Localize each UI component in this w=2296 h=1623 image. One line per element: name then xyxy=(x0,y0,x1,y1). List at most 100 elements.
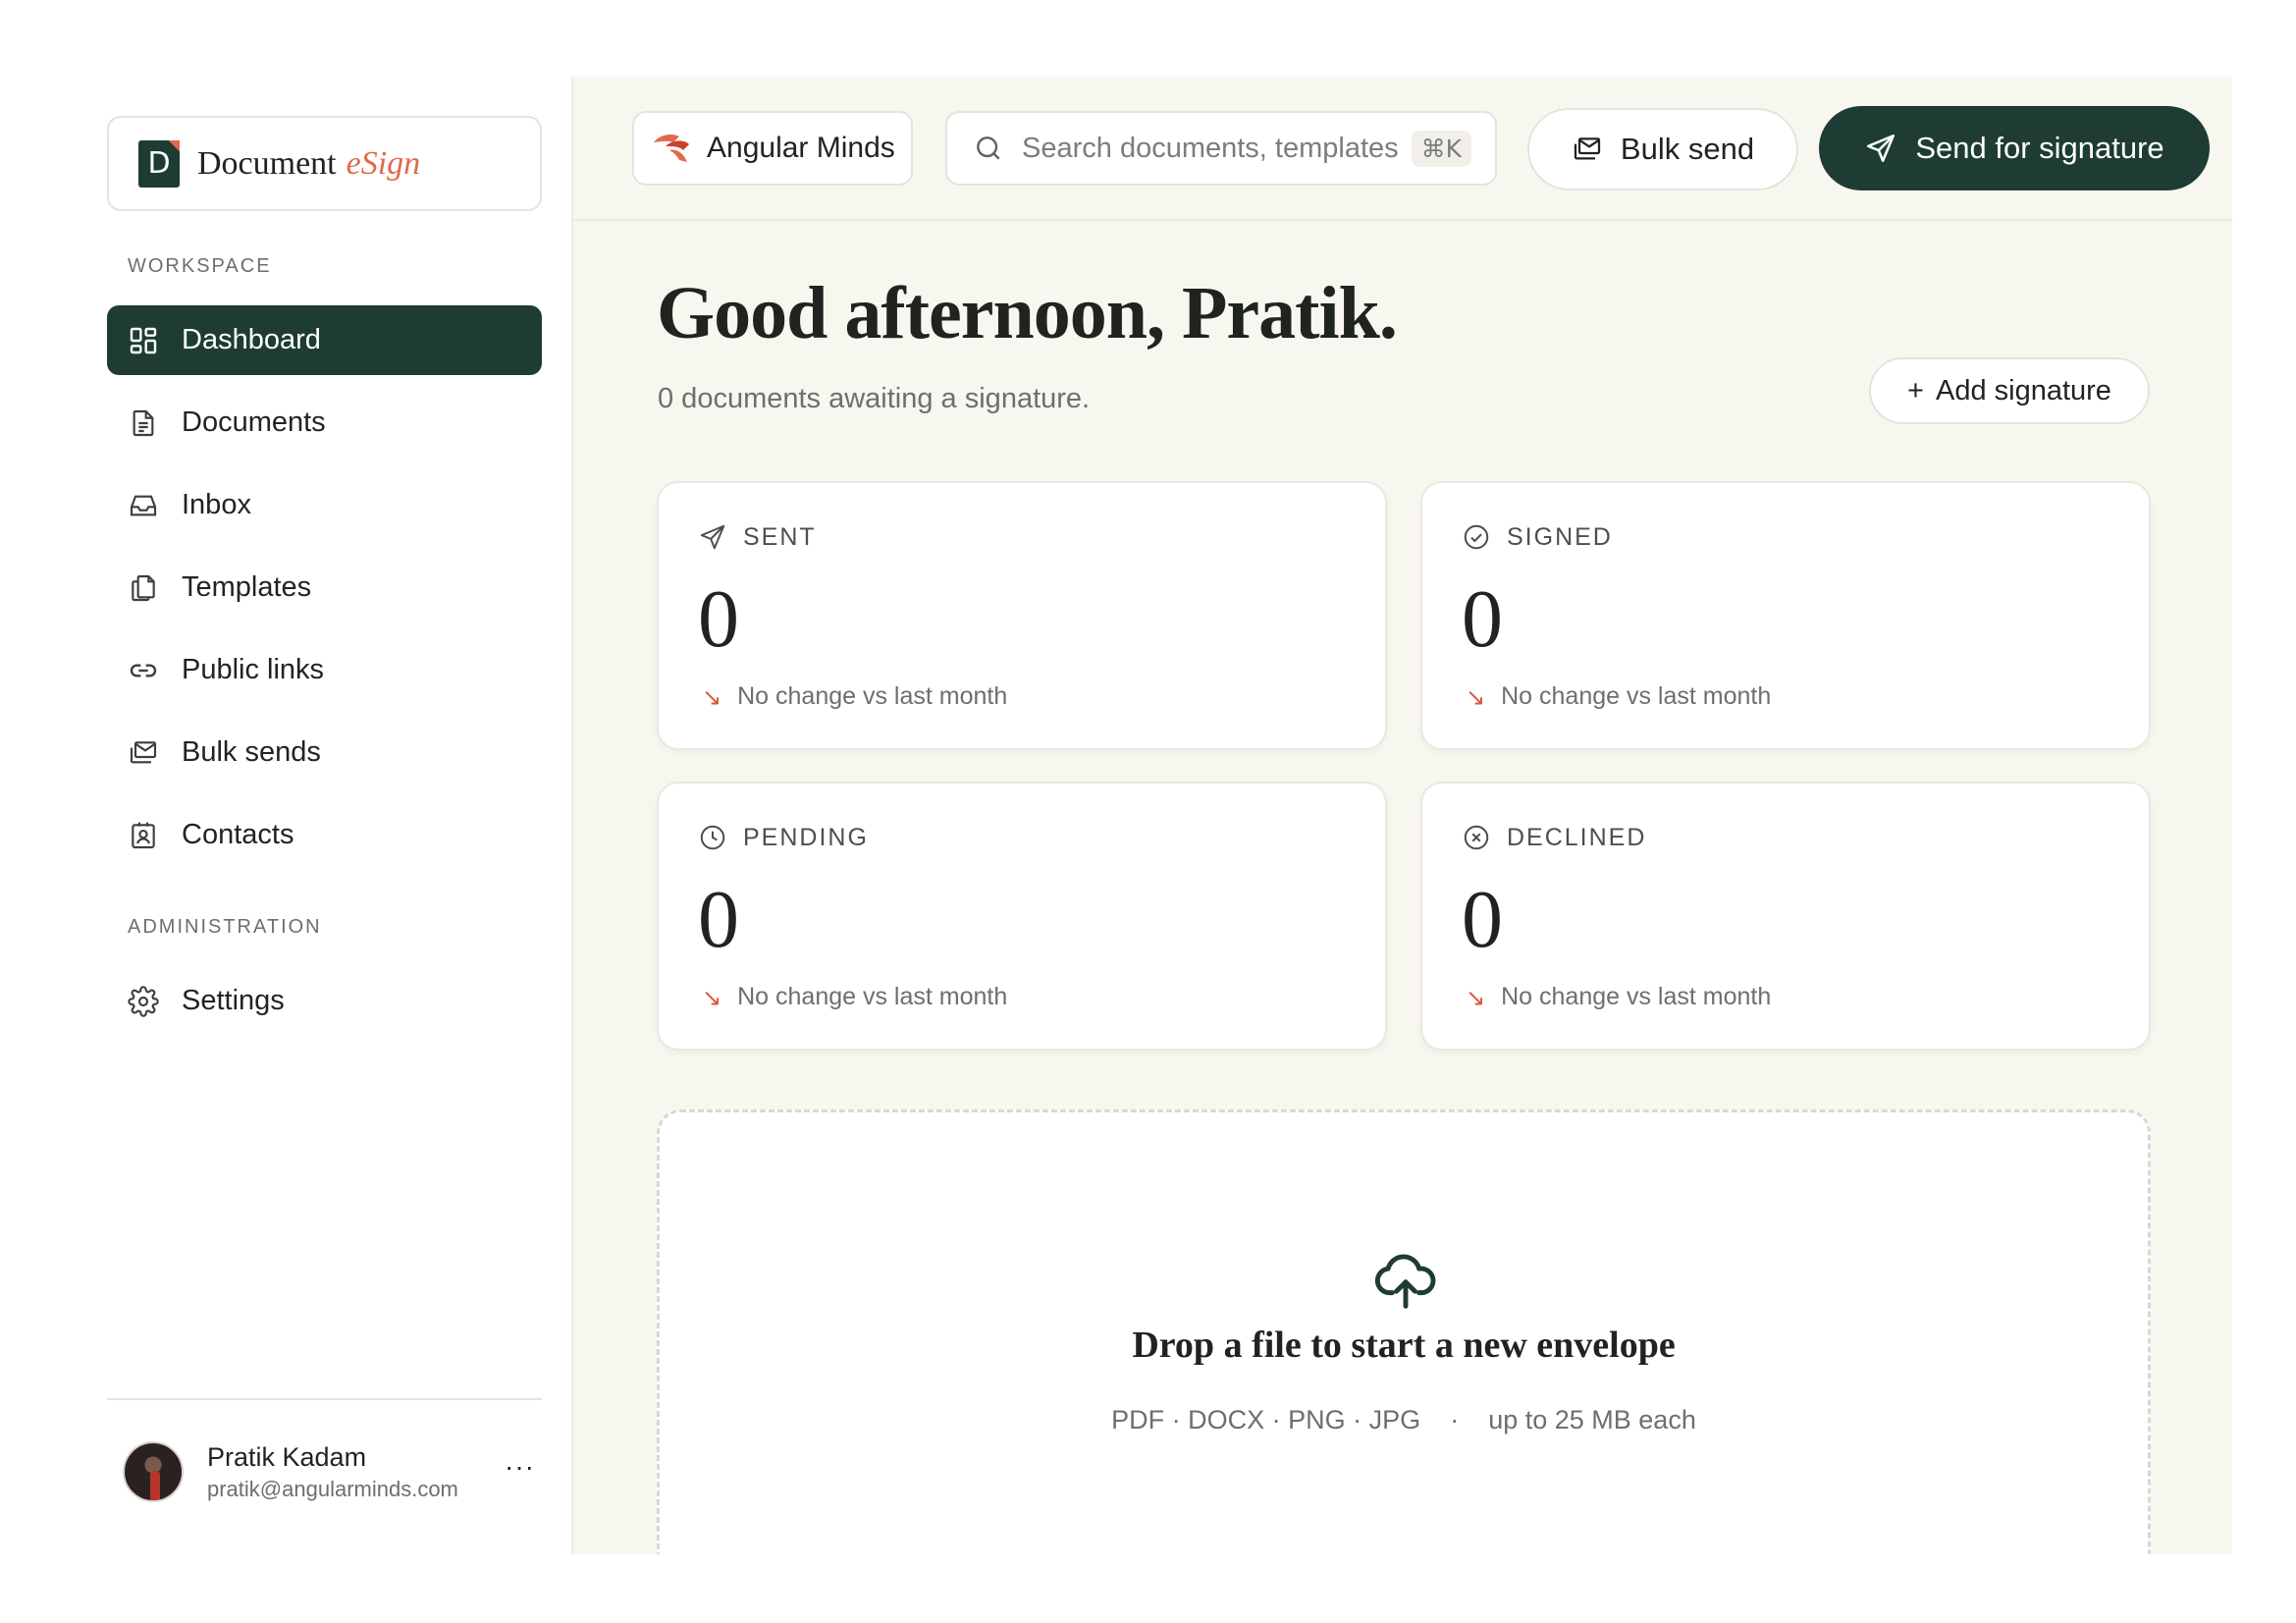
app-window: D Document eSign WORKSPACE Dashboard Doc… xyxy=(83,77,2232,1554)
link-icon xyxy=(127,654,160,687)
stat-change: ↘ No change vs last month xyxy=(1466,983,1771,1011)
sidebar-item-label: Contacts xyxy=(182,819,294,850)
sidebar-item-bulk-sends[interactable]: Bulk sends xyxy=(107,718,542,787)
sidebar-item-inbox[interactable]: Inbox xyxy=(107,470,542,540)
accepted-formats: PDF · DOCX · PNG · JPG xyxy=(1111,1405,1421,1434)
stat-change: ↘ No change vs last month xyxy=(1466,682,1771,711)
bulk-send-button[interactable]: Bulk send xyxy=(1527,108,1798,190)
trend-down-arrow-icon: ↘ xyxy=(1466,983,1486,1011)
bulk-send-icon xyxy=(127,736,160,770)
file-size-limit: up to 25 MB each xyxy=(1488,1405,1696,1434)
sidebar-item-label: Settings xyxy=(182,985,285,1016)
angular-minds-logo-icon xyxy=(654,135,689,162)
avatar xyxy=(123,1441,184,1502)
user-name: Pratik Kadam xyxy=(207,1441,367,1472)
stat-label: SIGNED xyxy=(1507,522,1613,551)
x-circle-icon xyxy=(1464,825,1489,850)
top-bar: Angular Minds Search documents, template… xyxy=(573,77,2232,221)
drop-zone-title: Drop a file to start a new envelope xyxy=(1132,1325,1676,1366)
trend-down-arrow-icon: ↘ xyxy=(1466,682,1486,711)
separator-dot: · xyxy=(1427,1405,1481,1434)
bulk-send-icon xyxy=(1574,137,1601,160)
more-options-icon[interactable]: ··· xyxy=(505,1451,535,1492)
user-email: pratik@angularminds.com xyxy=(207,1476,458,1501)
workspace-section-label: WORKSPACE xyxy=(128,255,272,277)
plus-icon: + xyxy=(1907,374,1924,406)
sidebar-item-label: Dashboard xyxy=(182,324,321,355)
sidebar-item-dashboard[interactable]: Dashboard xyxy=(107,305,542,375)
send-icon xyxy=(700,524,725,550)
trend-down-arrow-icon: ↘ xyxy=(702,983,722,1011)
inbox-icon xyxy=(127,489,160,522)
stat-label: DECLINED xyxy=(1507,823,1647,851)
clock-icon xyxy=(700,825,725,850)
search-shortcut-badge: ⌘K xyxy=(1411,130,1471,167)
templates-icon xyxy=(127,571,160,605)
sidebar-item-settings[interactable]: Settings xyxy=(107,966,542,1036)
sidebar: D Document eSign WORKSPACE Dashboard Doc… xyxy=(83,77,571,1554)
search-input[interactable]: Search documents, templates ⌘K xyxy=(945,111,1497,186)
user-info: Pratik Kadam pratik@angularminds.com xyxy=(207,1442,458,1502)
sidebar-item-label: Public links xyxy=(182,654,325,685)
administration-nav: Settings xyxy=(107,966,542,1049)
search-icon xyxy=(977,136,1000,160)
workspace-nav: Dashboard Documents Inbox Templates Publ… xyxy=(107,305,542,883)
stat-change-text: No change vs last month xyxy=(1501,983,1772,1010)
stat-change-text: No change vs last month xyxy=(737,682,1008,710)
awaiting-summary: 0 documents awaiting a signature. xyxy=(658,383,1091,414)
organization-name: Angular Minds xyxy=(707,132,895,164)
brand-logo[interactable]: D Document eSign xyxy=(107,116,542,211)
stat-value: 0 xyxy=(698,573,739,665)
sidebar-divider xyxy=(107,1398,542,1400)
drop-zone-formats: PDF · DOCX · PNG · JPG · up to 25 MB eac… xyxy=(660,1405,2148,1435)
user-profile[interactable]: Pratik Kadam pratik@angularminds.com ··· xyxy=(123,1436,535,1507)
brand-accent: eSign xyxy=(346,144,421,182)
sidebar-item-contacts[interactable]: Contacts xyxy=(107,800,542,870)
sidebar-item-label: Documents xyxy=(182,406,326,438)
send-for-signature-button[interactable]: Send for signature xyxy=(1819,106,2210,190)
stat-card-header: PENDING xyxy=(698,823,869,852)
contacts-icon xyxy=(127,819,160,852)
stat-change: ↘ No change vs last month xyxy=(702,983,1007,1011)
stat-card-sent[interactable]: SENT 0 ↘ No change vs last month xyxy=(657,481,1387,750)
brand-name: Document xyxy=(197,144,337,182)
sidebar-item-label: Bulk sends xyxy=(182,736,321,768)
send-for-signature-label: Send for signature xyxy=(1915,131,2164,165)
check-circle-icon xyxy=(1464,524,1489,550)
document-icon xyxy=(127,406,160,440)
stat-label: SENT xyxy=(743,522,817,551)
send-icon xyxy=(1867,134,1896,163)
search-placeholder: Search documents, templates xyxy=(1022,132,1399,164)
stat-card-header: SIGNED xyxy=(1462,522,1613,552)
trend-down-arrow-icon: ↘ xyxy=(702,682,722,711)
stat-card-header: DECLINED xyxy=(1462,823,1646,852)
sidebar-item-label: Inbox xyxy=(182,489,251,520)
add-signature-label: Add signature xyxy=(1935,374,2111,406)
stat-card-declined[interactable]: DECLINED 0 ↘ No change vs last month xyxy=(1420,782,2151,1051)
stat-label: PENDING xyxy=(743,823,869,851)
cloud-upload-icon xyxy=(1374,1254,1436,1309)
gear-icon xyxy=(127,985,160,1018)
stat-change-text: No change vs last month xyxy=(1501,682,1772,710)
sidebar-item-label: Templates xyxy=(182,571,312,603)
organization-switcher[interactable]: Angular Minds xyxy=(632,111,913,186)
stat-change-text: No change vs last month xyxy=(737,983,1008,1010)
administration-section-label: ADMINISTRATION xyxy=(128,916,322,938)
add-signature-button[interactable]: + Add signature xyxy=(1869,357,2150,424)
brand-mark-icon: D xyxy=(138,139,180,188)
sidebar-item-templates[interactable]: Templates xyxy=(107,553,542,622)
sidebar-item-documents[interactable]: Documents xyxy=(107,388,542,458)
sidebar-item-public-links[interactable]: Public links xyxy=(107,635,542,705)
stat-card-pending[interactable]: PENDING 0 ↘ No change vs last month xyxy=(657,782,1387,1051)
stat-value: 0 xyxy=(698,874,739,965)
stat-change: ↘ No change vs last month xyxy=(702,682,1007,711)
main-content: Angular Minds Search documents, template… xyxy=(573,77,2232,1554)
stat-card-signed[interactable]: SIGNED 0 ↘ No change vs last month xyxy=(1420,481,2151,750)
dashboard-icon xyxy=(127,324,160,357)
stat-card-header: SENT xyxy=(698,522,817,552)
page-title: Good afternoon, Pratik. xyxy=(657,272,1398,354)
stat-value: 0 xyxy=(1462,573,1503,665)
file-drop-zone[interactable]: Drop a file to start a new envelope PDF … xyxy=(657,1109,2151,1554)
bulk-send-label: Bulk send xyxy=(1620,132,1755,166)
stat-value: 0 xyxy=(1462,874,1503,965)
